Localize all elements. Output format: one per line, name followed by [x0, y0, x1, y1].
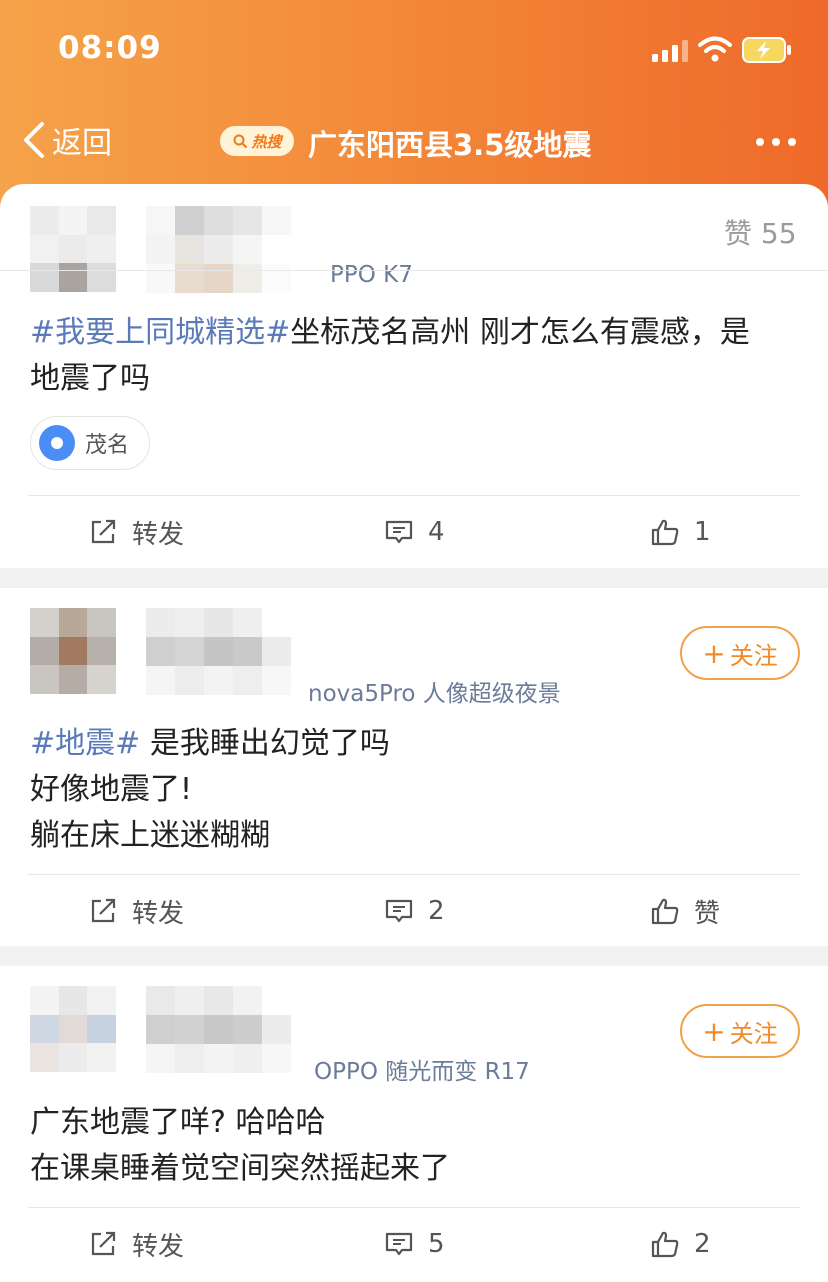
- like-button[interactable]: 2: [650, 1208, 711, 1280]
- post-card[interactable]: OPPO 随光而变 R17 + 关注 广东地震了咩? 哈哈哈 在课桌睡着觉空间突…: [0, 966, 828, 1282]
- page-title: 广东阳西县3.5级地震: [308, 128, 592, 162]
- nav-bar: 返回 热搜 广东阳西县3.5级地震: [0, 108, 828, 172]
- comment-icon: [385, 520, 413, 544]
- feed: PPO K7 赞 55 #我要上同城精选#坐标茂名高州 刚才怎么有震感，是 地震…: [0, 184, 828, 1282]
- topic-tag[interactable]: #地震#: [30, 726, 140, 761]
- username[interactable]: [146, 608, 291, 695]
- divider: [0, 270, 828, 271]
- location-label: 茂名: [85, 433, 130, 458]
- action-bar: 转发 2 赞: [28, 874, 800, 946]
- comment-button[interactable]: 5: [384, 1208, 445, 1280]
- comment-count: 4: [428, 517, 445, 547]
- like-label: 赞: [694, 898, 721, 929]
- share-label: 转发: [132, 898, 185, 929]
- comment-count: 5: [428, 1229, 445, 1259]
- post-text: #我要上同城精选#坐标茂名高州 刚才怎么有震感，是 地震了吗: [30, 310, 798, 402]
- share-label: 转发: [132, 1231, 185, 1262]
- post-card[interactable]: nova5Pro 人像超级夜景 + 关注 #地震# 是我睡出幻觉了吗 好像地震了…: [0, 588, 828, 946]
- post-text: #地震# 是我睡出幻觉了吗 好像地震了! 躺在床上迷迷糊糊: [30, 721, 798, 859]
- action-bar: 转发 4 1: [28, 495, 800, 567]
- comment-icon: [385, 899, 413, 923]
- status-time: 08:09: [58, 30, 162, 66]
- share-button[interactable]: 转发: [88, 875, 184, 947]
- battery-charging-icon: [742, 37, 791, 63]
- cellular-signal-icon: [652, 40, 688, 62]
- chevron-left-icon: [24, 122, 44, 158]
- username[interactable]: [146, 206, 291, 293]
- post-card[interactable]: PPO K7 赞 55 #我要上同城精选#坐标茂名高州 刚才怎么有震感，是 地震…: [0, 184, 828, 568]
- follow-label: 关注: [729, 641, 778, 670]
- location-pin-icon: [39, 425, 75, 461]
- share-label: 转发: [132, 519, 185, 550]
- comment-button[interactable]: 2: [384, 875, 445, 947]
- comment-icon: [385, 1232, 413, 1256]
- follow-button[interactable]: + 关注: [680, 626, 800, 680]
- avatar[interactable]: [30, 986, 116, 1072]
- topic-tag[interactable]: #我要上同城精选#: [30, 315, 290, 350]
- share-icon: [91, 519, 116, 544]
- likes-count: 赞 55: [724, 217, 797, 250]
- post-device: PPO K7: [330, 262, 413, 288]
- like-count: 1: [694, 517, 711, 547]
- username[interactable]: [146, 986, 291, 1073]
- location-tag[interactable]: 茂名: [30, 416, 151, 470]
- share-button[interactable]: 转发: [88, 496, 184, 568]
- thumbs-up-icon: [651, 1231, 679, 1258]
- plus-icon: +: [702, 636, 726, 670]
- like-count: 2: [694, 1229, 711, 1259]
- back-button[interactable]: 返回: [20, 116, 112, 164]
- follow-label: 关注: [729, 1019, 778, 1048]
- share-icon: [91, 898, 116, 923]
- hot-search-badge: 热搜: [220, 126, 294, 156]
- comment-button[interactable]: 4: [384, 496, 445, 568]
- like-button[interactable]: 赞: [650, 875, 720, 947]
- post-device: nova5Pro 人像超级夜景: [308, 681, 561, 707]
- action-bar: 转发 5 2: [28, 1207, 800, 1279]
- search-icon: [233, 134, 248, 148]
- share-icon: [91, 1231, 116, 1256]
- avatar[interactable]: [30, 206, 116, 292]
- status-bar: 08:09: [0, 0, 828, 100]
- like-button[interactable]: 1: [650, 496, 711, 568]
- header: 08:09 返回 热搜 广东阳西县3.5级地震: [0, 0, 828, 210]
- thumbs-up-icon: [651, 898, 679, 925]
- avatar[interactable]: [30, 608, 116, 694]
- follow-button[interactable]: + 关注: [680, 1004, 800, 1058]
- post-device: OPPO 随光而变 R17: [314, 1059, 530, 1085]
- thumbs-up-icon: [651, 519, 679, 546]
- back-label: 返回: [52, 126, 112, 161]
- wifi-icon: [698, 36, 732, 62]
- more-options-icon[interactable]: [756, 138, 796, 146]
- post-text: 广东地震了咩? 哈哈哈 在课桌睡着觉空间突然摇起来了: [30, 1105, 450, 1186]
- hot-badge-label: 热搜: [251, 132, 282, 151]
- plus-icon: +: [702, 1014, 726, 1048]
- share-button[interactable]: 转发: [88, 1208, 184, 1280]
- comment-count: 2: [428, 896, 445, 926]
